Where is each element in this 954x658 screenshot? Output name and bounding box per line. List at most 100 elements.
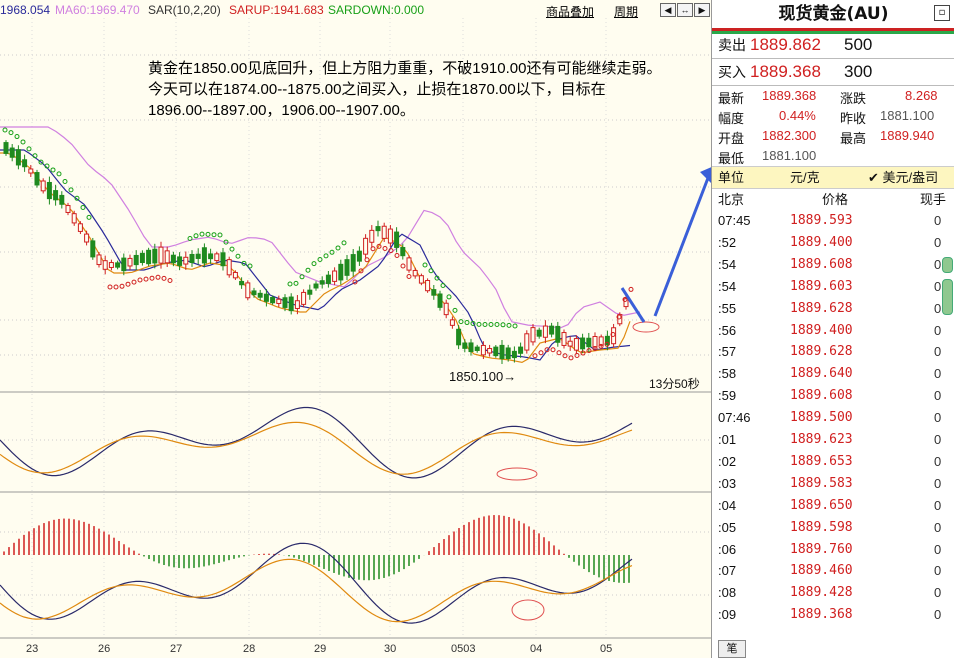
tick-price: 1889.760 <box>790 541 853 557</box>
col-hand: 现手 <box>920 192 947 207</box>
sar-dot <box>50 167 56 173</box>
tick-volume: 0 <box>934 388 942 404</box>
candle <box>524 333 530 351</box>
unit-value[interactable]: 元/克 <box>790 167 820 188</box>
close-icon[interactable]: ▫ <box>934 5 950 21</box>
highlight-ellipse <box>511 599 545 621</box>
tick-price: 1889.400 <box>790 322 853 338</box>
candle <box>84 233 90 243</box>
buy-qty: 300 <box>844 62 873 81</box>
candle <box>245 282 251 299</box>
tick-volume: 0 <box>934 213 942 228</box>
tick-row: :01 1889.623 0 <box>712 429 942 451</box>
sar-dot <box>512 323 518 329</box>
candle <box>561 332 567 346</box>
sar-dot <box>556 350 562 356</box>
candle <box>301 291 307 305</box>
candle <box>468 342 474 353</box>
tick-price: 1889.653 <box>790 453 853 469</box>
highlight-ellipse <box>632 321 660 333</box>
candle <box>208 253 214 260</box>
stat-value: 1889.368 <box>762 88 817 103</box>
candle <box>270 296 276 304</box>
candle <box>170 254 176 264</box>
sar-dot <box>406 274 412 279</box>
candle <box>319 280 325 285</box>
arrow-left-icon[interactable]: ◀ <box>660 3 676 17</box>
macd-dif-line <box>0 542 633 624</box>
candle <box>443 302 449 316</box>
overlay-button[interactable]: 商品叠加 <box>546 3 594 20</box>
tick-time: :04 <box>718 497 737 513</box>
candle <box>530 327 536 343</box>
sell-row: 卖出 1889.862 500 <box>712 32 954 58</box>
candle <box>133 254 139 266</box>
unit-bar[interactable]: 单位 元/克 ✔ 美元/盎司 <box>712 166 954 189</box>
sar-dot <box>143 276 149 282</box>
x-tick-label: 26 <box>98 643 111 655</box>
buy-row: 买入 1889.368 300 <box>712 59 954 85</box>
candle <box>53 190 59 201</box>
candle <box>189 253 195 264</box>
arrow-both-icon[interactable]: ↔ <box>677 3 693 17</box>
sar-dot <box>167 278 173 283</box>
sar-dot <box>125 281 131 287</box>
instrument-title: 现货黄金(AU) <box>778 4 889 24</box>
tick-row: :54 1889.603 0 <box>712 276 942 298</box>
panel-title-bar: 现货黄金(AU) ▫ <box>712 0 954 34</box>
sar-dot <box>161 275 167 281</box>
candle <box>573 338 579 351</box>
sar-dot <box>8 130 14 136</box>
tick-price: 1889.368 <box>790 607 853 623</box>
scrollbar[interactable] <box>941 255 953 315</box>
tick-row: :07 1889.460 0 <box>712 560 942 582</box>
sar-dot <box>500 322 506 328</box>
sar-dot <box>119 283 125 289</box>
sar-dot <box>193 233 199 239</box>
candle <box>183 256 189 265</box>
sar-dot <box>422 262 428 268</box>
candle <box>164 250 170 264</box>
arrow-right-icon[interactable]: ▶ <box>694 3 710 17</box>
candle <box>325 274 331 284</box>
candle <box>22 159 28 168</box>
highlight-ellipse <box>496 467 538 481</box>
sar-dot <box>20 139 26 145</box>
sar-dot <box>428 268 434 274</box>
candle <box>139 252 145 264</box>
candle <box>65 205 71 213</box>
tick-price: 1889.623 <box>790 432 853 447</box>
tick-time: :58 <box>718 366 737 382</box>
sar-dot <box>293 280 299 286</box>
tick-volume: 0 <box>934 585 942 601</box>
candle <box>412 270 418 277</box>
candle <box>437 293 443 308</box>
tick-time: :52 <box>718 234 737 250</box>
tick-row: :56 1889.400 0 <box>712 320 942 342</box>
tick-time: :06 <box>718 541 737 557</box>
candle <box>282 297 288 308</box>
tick-row: :52 1889.400 0 <box>712 232 942 254</box>
price-chart-area[interactable]: 1968.054 MA60:1969.470 SAR(10,2,20) SARU… <box>0 0 711 658</box>
candle <box>549 325 555 335</box>
tick-volume: 0 <box>934 563 942 579</box>
candle <box>102 260 108 270</box>
sar-dot <box>382 246 388 251</box>
tick-time: :56 <box>718 322 737 338</box>
currency-toggle[interactable]: ✔ 美元/盎司 <box>868 167 938 188</box>
tick-volume: 0 <box>934 541 942 557</box>
x-tick-label: 28 <box>243 643 256 655</box>
tick-row: 07:45 1889.593 0 <box>712 210 942 232</box>
candle <box>356 250 362 262</box>
tick-row: :57 1889.628 0 <box>712 341 942 363</box>
candle <box>239 280 245 286</box>
sar-dot <box>364 257 370 263</box>
tab-trades[interactable]: 笔 <box>718 640 746 658</box>
stat-label: 幅度 <box>718 111 745 126</box>
period-button[interactable]: 周期 <box>614 3 638 20</box>
tick-price: 1889.608 <box>790 256 853 272</box>
sar-dot <box>323 253 329 259</box>
tick-row: :03 1889.583 0 <box>712 473 942 495</box>
tick-price: 1889.593 <box>790 213 853 228</box>
arrow-line <box>653 177 710 317</box>
